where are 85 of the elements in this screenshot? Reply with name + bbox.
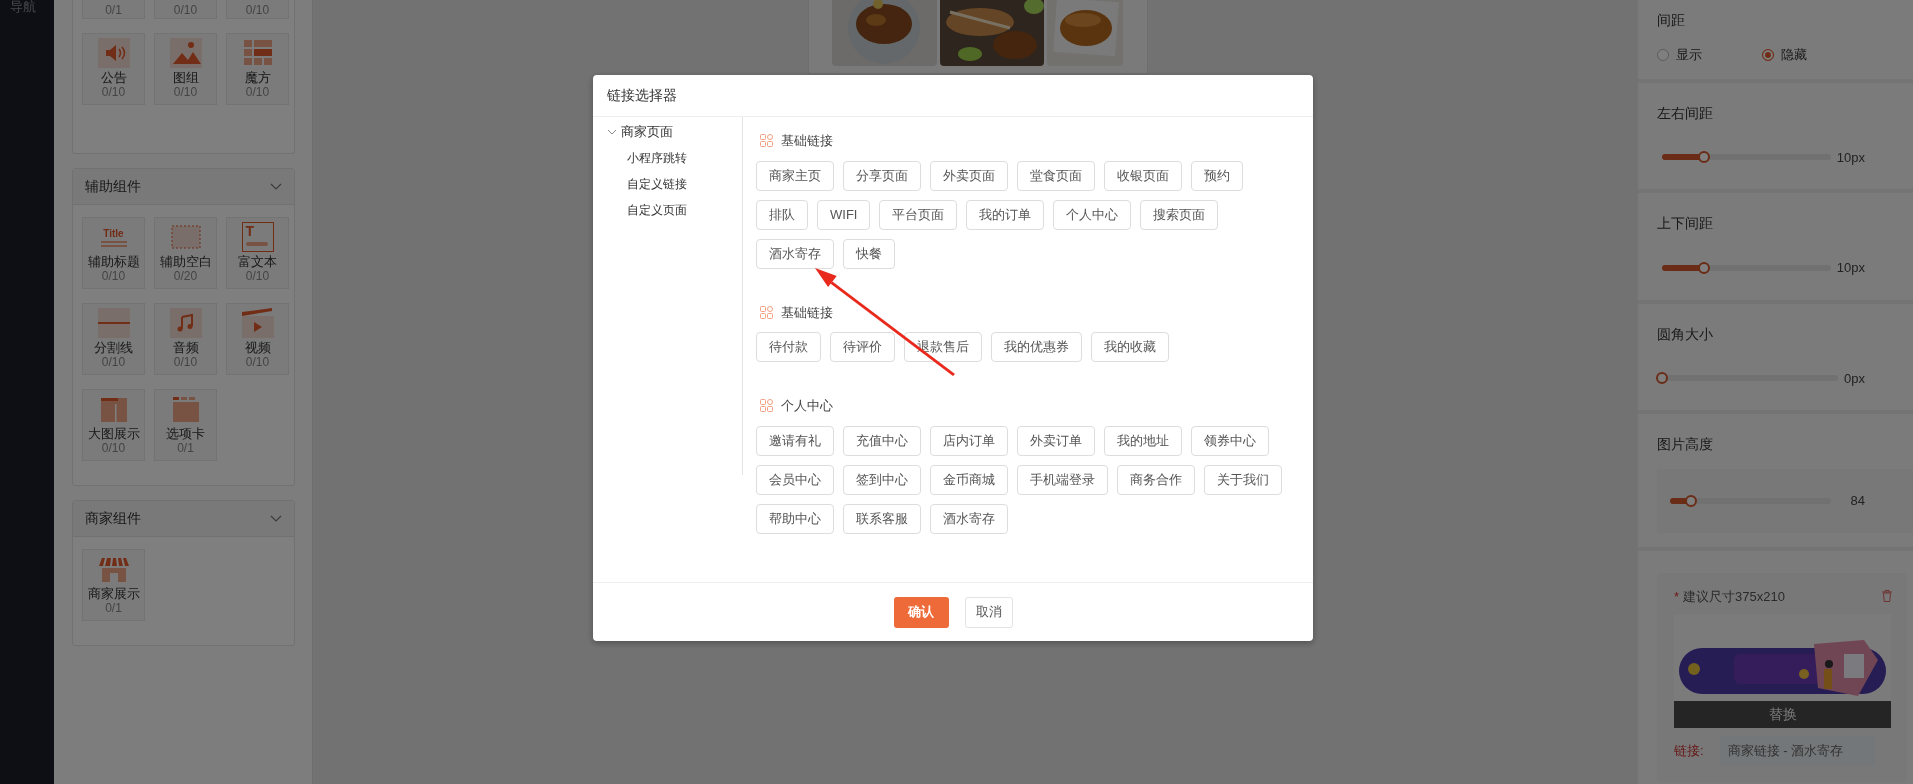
link-option[interactable]: 分享页面	[843, 160, 921, 191]
music-note-icon	[169, 308, 202, 338]
link-option[interactable]: 关于我们	[1204, 464, 1282, 495]
component-label: 辅助标题	[87, 254, 140, 269]
component-label: 图组	[172, 70, 199, 85]
radio-option[interactable]: 隐藏	[1762, 45, 1807, 65]
link-option[interactable]: 待付款	[756, 332, 821, 362]
dialog-title: 链接选择器	[607, 86, 677, 105]
link-option[interactable]: 帮助中心	[756, 503, 834, 534]
group-title: 商家组件	[85, 509, 141, 528]
slider-value: 10px	[1836, 148, 1865, 167]
link-option[interactable]: 商家主页	[756, 160, 834, 191]
link-option[interactable]: 排队	[756, 199, 808, 230]
cancel-button[interactable]: 取消	[964, 596, 1013, 628]
link-option[interactable]: 外卖页面	[930, 160, 1008, 191]
component-label: 大图展示	[87, 426, 140, 441]
component-label: 公告	[100, 70, 127, 85]
field-label: 左右间距	[1657, 103, 1714, 123]
link-option[interactable]: 店内订单	[930, 425, 1008, 456]
link-option[interactable]: 邀请有礼	[756, 425, 834, 456]
slider-value: 0px	[1844, 369, 1865, 388]
size-hint: 建议尺寸375x210	[1683, 587, 1785, 606]
component-label: 选项卡	[166, 426, 205, 441]
link-option[interactable]: 我的地址	[1104, 425, 1182, 456]
section-title: 基础链接	[781, 303, 833, 322]
component-label: 富文本	[238, 254, 277, 269]
link-option[interactable]: 金币商城	[930, 464, 1008, 495]
link-option[interactable]: 酒水寄存	[930, 503, 1008, 534]
link-option[interactable]: 领券中心	[1191, 425, 1269, 456]
slider-thumb[interactable]	[1656, 372, 1668, 385]
link-option[interactable]: 搜索页面	[1140, 199, 1219, 230]
tree-item[interactable]: 自定义页面	[627, 201, 687, 219]
link-label: 链接:	[1674, 742, 1704, 761]
field-label: 圆角大小	[1657, 324, 1714, 344]
slider-value: 84	[1850, 492, 1865, 510]
link-option[interactable]: 我的收藏	[1091, 332, 1169, 362]
slider-value: 10px	[1836, 259, 1865, 277]
grid-icon	[241, 38, 274, 68]
group-title: 辅助组件	[85, 177, 141, 196]
link-option[interactable]: 收银页面	[1104, 160, 1182, 191]
field-label: 间距	[1657, 11, 1686, 30]
tree-item[interactable]: 小程序跳转	[627, 149, 687, 167]
link-option[interactable]: WIFI	[817, 199, 871, 230]
component-label: 魔方	[244, 70, 271, 85]
link-option[interactable]: 酒水寄存	[756, 238, 834, 269]
component-label: 辅助空白	[159, 254, 212, 269]
link-option[interactable]: 我的订单	[966, 199, 1045, 230]
tree-node[interactable]: 商家页面	[607, 123, 673, 141]
link-option[interactable]: 快餐	[843, 238, 895, 269]
link-option[interactable]: 个人中心	[1053, 199, 1132, 230]
picture-icon	[169, 38, 202, 68]
field-label: 图片高度	[1657, 435, 1714, 454]
slider-thumb[interactable]	[1698, 261, 1711, 274]
section-title: 个人中心	[781, 397, 833, 415]
slider-thumb[interactable]	[1698, 151, 1711, 164]
apps-icon	[760, 134, 773, 148]
slider-thumb[interactable]	[1684, 494, 1697, 507]
video-icon	[241, 308, 274, 338]
link-option[interactable]: 会员中心	[756, 464, 834, 495]
apps-icon	[760, 305, 773, 319]
apps-icon	[760, 399, 773, 413]
component-label: 分割线	[94, 340, 133, 355]
link-option[interactable]: 平台页面	[879, 199, 958, 230]
link-option[interactable]: 签到中心	[843, 464, 921, 495]
link-option[interactable]: 商务合作	[1117, 464, 1195, 495]
component-label: 视频	[244, 340, 271, 355]
tree-item[interactable]: 自定义链接	[627, 175, 687, 193]
rich-text-icon: T	[241, 222, 274, 252]
link-option[interactable]: 手机端登录	[1017, 464, 1108, 495]
component-label: 音频	[172, 340, 199, 355]
required-mark: *	[1674, 587, 1680, 606]
link-option[interactable]: 联系客服	[843, 503, 921, 534]
component-label: 商家展示	[87, 586, 140, 601]
link-option[interactable]: 外卖订单	[1017, 425, 1095, 456]
speaker-icon	[97, 38, 130, 68]
link-option[interactable]: 堂食页面	[1017, 160, 1095, 191]
radio-option[interactable]: 显示	[1657, 45, 1702, 65]
link-option[interactable]: 我的优惠券	[991, 332, 1082, 362]
field-label: 上下间距	[1657, 214, 1714, 233]
section-title: 基础链接	[781, 132, 833, 150]
replace-button[interactable]: 替换	[1674, 701, 1891, 728]
trash-icon	[1882, 590, 1892, 603]
link-option[interactable]: 预约	[1191, 160, 1243, 191]
link-option[interactable]: 充值中心	[843, 425, 921, 456]
link-option[interactable]: 待评价	[830, 332, 895, 362]
